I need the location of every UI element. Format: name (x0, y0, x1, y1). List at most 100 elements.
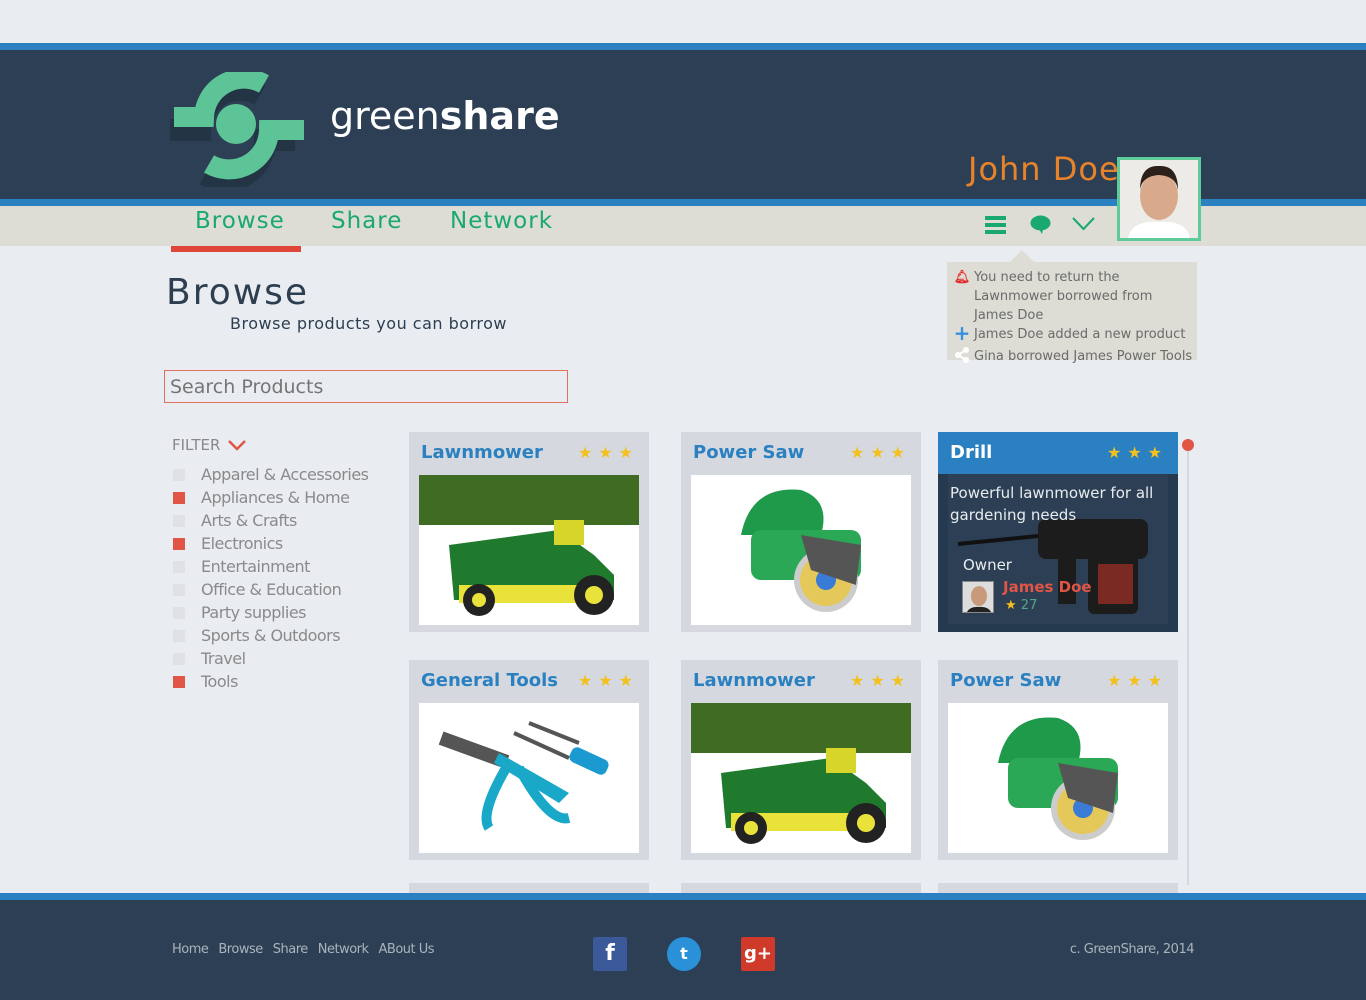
top-stripe (0, 43, 1366, 50)
filter-item-label: Party supplies (201, 603, 307, 622)
notification-item[interactable]: 🔔︎ You need to return the Lawnmower borro… (953, 268, 1193, 325)
search-input[interactable] (164, 370, 568, 403)
filter-item[interactable]: Sports & Outdoors (173, 626, 341, 645)
page-title: Browse (166, 272, 310, 313)
scrollbar-track[interactable] (1187, 445, 1189, 885)
owner-rating: ★ 27 (1005, 598, 1037, 613)
filter-item-label: Tools (201, 672, 238, 691)
filter-item-label: Entertainment (201, 557, 310, 576)
filter-item[interactable]: Apparel & Accessories (173, 465, 369, 484)
rating-stars: ★★★ (1106, 443, 1168, 462)
chat-icon[interactable] (1030, 215, 1051, 239)
filter-checkbox[interactable] (173, 675, 185, 688)
filter-checkbox[interactable] (173, 652, 185, 665)
footer-links: Home Browse Share Network ABout Us (172, 942, 444, 957)
filter-checkbox[interactable] (173, 583, 185, 596)
product-card[interactable]: Drill ★★★ Powerful lawnmower for all gar… (938, 432, 1178, 632)
owner-name[interactable]: James Doe (1003, 578, 1092, 596)
footer-stripe (0, 893, 1366, 900)
filter-checkbox[interactable] (173, 468, 185, 481)
product-title[interactable]: Lawnmower (693, 670, 815, 691)
filter-item[interactable]: Office & Education (173, 580, 342, 599)
user-name[interactable]: John Doe (968, 150, 1120, 188)
tools-image (419, 703, 639, 853)
filter-item-label: Electronics (201, 534, 283, 553)
filter-item[interactable]: Appliances & Home (173, 488, 350, 507)
product-card[interactable]: Power Saw ★★★ (938, 660, 1178, 860)
footer-link-network[interactable]: Network (318, 942, 369, 957)
product-card[interactable]: Lawnmower ★★★ (409, 432, 649, 632)
product-title[interactable]: Power Saw (950, 670, 1061, 691)
product-card[interactable]: General Tools ★★★ (409, 660, 649, 860)
tab-share[interactable]: Share (331, 208, 402, 234)
filter-item[interactable]: Entertainment (173, 557, 310, 576)
product-card-partial (681, 883, 921, 893)
filter-checkbox[interactable] (173, 606, 185, 619)
footer-link-home[interactable]: Home (172, 942, 209, 957)
bell-icon: 🔔︎ (953, 270, 971, 285)
facebook-icon[interactable]: f (593, 937, 627, 971)
product-title[interactable]: General Tools (421, 670, 558, 691)
filter-item[interactable]: Arts & Crafts (173, 511, 297, 530)
filter-item-label: Sports & Outdoors (201, 626, 341, 645)
rating-stars: ★★★ (1106, 671, 1168, 690)
filter-item[interactable]: Tools (173, 672, 238, 691)
filter-checkbox[interactable] (173, 537, 185, 550)
notification-item[interactable]: + James Doe added a new product (953, 323, 1193, 344)
product-card-partial (409, 883, 649, 893)
owner-avatar[interactable] (962, 581, 994, 613)
filter-checkbox[interactable] (173, 629, 185, 642)
product-title[interactable]: Power Saw (693, 442, 804, 463)
rating-stars: ★★★ (577, 443, 639, 462)
rating-stars: ★★★ (849, 443, 911, 462)
filter-item-label: Apparel & Accessories (201, 465, 369, 484)
filter-item[interactable]: Travel (173, 649, 246, 668)
power-saw-image (691, 475, 911, 625)
tab-browse[interactable]: Browse (195, 208, 285, 234)
lawnmower-image (419, 475, 639, 625)
logo-icon[interactable] (164, 68, 309, 192)
filter-toggle[interactable]: FILTER (172, 436, 247, 454)
user-avatar[interactable] (1117, 157, 1201, 241)
brand-light: green (330, 94, 440, 138)
product-card[interactable]: Lawnmower ★★★ (681, 660, 921, 860)
google-plus-icon[interactable]: g+ (741, 937, 775, 971)
filter-label: FILTER (172, 436, 221, 454)
rating-stars: ★★★ (577, 671, 639, 690)
filter-item-label: Appliances & Home (201, 488, 350, 507)
twitter-icon[interactable]: t (667, 937, 701, 971)
brand-name: greenshare (330, 94, 560, 138)
filter-checkbox[interactable] (173, 560, 185, 573)
scrollbar-thumb[interactable] (1182, 439, 1194, 451)
product-title: Drill (950, 442, 993, 463)
power-saw-image (948, 703, 1168, 853)
filter-item-label: Office & Education (201, 580, 342, 599)
product-description: Powerful lawnmower for all gardening nee… (950, 484, 1154, 524)
active-tab-indicator (171, 246, 301, 252)
footer-link-share[interactable]: Share (273, 942, 309, 957)
share-icon (953, 347, 971, 369)
star-icon: ★ (1005, 598, 1021, 613)
copyright: c. GreenShare, 2014 (1069, 942, 1195, 957)
filter-checkbox[interactable] (173, 491, 185, 504)
menu-icon[interactable] (985, 216, 1006, 238)
notification-panel: 🔔︎ You need to return the Lawnmower borro… (947, 262, 1197, 364)
notification-item[interactable]: Gina borrowed James Power Tools (953, 347, 1193, 369)
filter-item[interactable]: Party supplies (173, 603, 307, 622)
notification-text: Gina borrowed James Power Tools (974, 349, 1193, 364)
footer-link-about[interactable]: ABout Us (379, 942, 435, 957)
footer-link-browse[interactable]: Browse (218, 942, 263, 957)
product-card[interactable]: Power Saw ★★★ (681, 432, 921, 632)
filter-checkbox[interactable] (173, 514, 185, 527)
chevron-down-icon[interactable] (1071, 216, 1096, 236)
notification-pointer (1010, 250, 1034, 262)
product-title[interactable]: Lawnmower (421, 442, 543, 463)
brand-bold: share (439, 94, 560, 138)
filter-item-label: Arts & Crafts (201, 511, 297, 530)
filter-item[interactable]: Electronics (173, 534, 283, 553)
notification-text: James Doe added a new product (974, 327, 1186, 342)
tab-network[interactable]: Network (450, 208, 553, 234)
rating-stars: ★★★ (849, 671, 911, 690)
product-card-partial (938, 883, 1178, 893)
lawnmower-image (691, 703, 911, 853)
